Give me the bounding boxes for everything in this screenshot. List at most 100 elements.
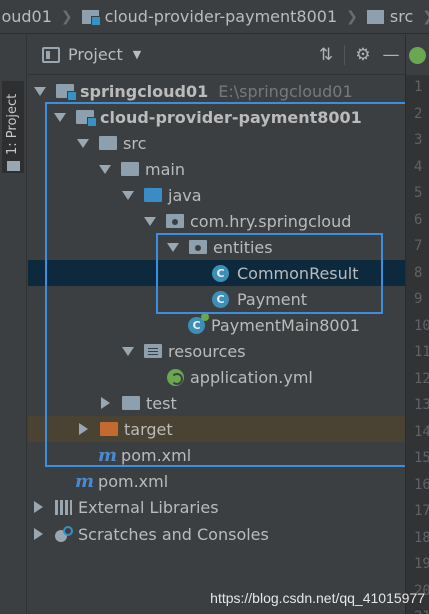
project-panel-title[interactable]: Project	[68, 45, 123, 64]
tree-node-java[interactable]: java	[28, 182, 405, 208]
tree-node-label: test	[146, 393, 177, 413]
tree-node-test[interactable]: test	[28, 390, 405, 416]
tree-node-label: com.hry.springcloud	[190, 211, 352, 231]
gear-icon[interactable]: ⚙	[349, 41, 377, 69]
source-folder-icon	[144, 188, 162, 202]
project-tool-window: Project ▼ ⇅ ⚙ — springcloud01 E:\springc…	[28, 35, 412, 614]
hide-minimize-icon[interactable]: —	[377, 41, 405, 69]
tree-node-main[interactable]: main	[28, 156, 405, 182]
expand-arrow-icon[interactable]	[34, 86, 46, 96]
expand-arrow-icon[interactable]	[54, 112, 66, 122]
line-number: 9	[414, 291, 423, 307]
project-view-icon	[42, 46, 60, 63]
line-number: 2	[414, 105, 423, 122]
breadcrumb-separator: ❯	[60, 8, 73, 25]
tree-node-root-pom[interactable]: m pom.xml	[28, 468, 405, 494]
tree-node-label: target	[124, 419, 173, 439]
line-number: 11	[414, 344, 429, 360]
tree-node-entities[interactable]: entities	[28, 234, 405, 260]
line-number: 18	[414, 529, 429, 546]
line-number: 15	[414, 450, 429, 466]
folder-icon	[366, 9, 384, 24]
package-icon	[166, 214, 184, 228]
editor-gutter: 123456789101112131415161718192021	[405, 35, 429, 614]
tree-node-scratches-and-consoles[interactable]: Scratches and Consoles	[28, 521, 405, 547]
tree-node-label: springcloud01	[80, 81, 209, 101]
tree-node-label: PaymentMain8001	[211, 315, 360, 335]
collapsed-arrow-icon[interactable]	[34, 528, 43, 540]
folder-icon	[99, 136, 117, 150]
spring-file-tab-icon[interactable]	[409, 47, 426, 64]
tree-node-label: Payment	[237, 289, 308, 309]
spring-config-icon	[167, 368, 184, 386]
maven-icon: m	[75, 470, 95, 492]
line-number: 7	[414, 238, 423, 254]
tree-node-module-pom[interactable]: m pom.xml	[28, 442, 405, 468]
collapsed-arrow-icon[interactable]	[101, 397, 110, 409]
collapsed-arrow-icon[interactable]	[79, 423, 88, 435]
line-number: 5	[414, 185, 423, 201]
breadcrumb-src-label: src	[389, 7, 414, 26]
watermark-url: https://blog.csdn.net/qq_41015977	[210, 590, 425, 606]
project-path: E:\springcloud01	[218, 81, 353, 101]
tree-node-label: cloud-provider-payment8001	[100, 107, 362, 127]
breadcrumb-src[interactable]: src	[364, 0, 416, 33]
tree-node-label: resources	[168, 341, 246, 361]
tree-node-label: entities	[213, 237, 273, 257]
folder-icon	[122, 396, 140, 410]
package-icon	[189, 240, 207, 254]
line-number: 16	[414, 476, 429, 493]
breadcrumb-project[interactable]: loud01	[0, 0, 55, 33]
tree-node-resources[interactable]: resources	[28, 338, 405, 364]
module-folder-icon	[76, 110, 97, 127]
tree-node-label: Scratches and Consoles	[78, 524, 269, 544]
navigation-breadcrumb: loud01 ❯ cloud-provider-payment8001 ❯ sr…	[0, 0, 429, 34]
excluded-folder-icon	[100, 422, 118, 436]
libraries-icon	[55, 499, 72, 515]
collapse-all-icon[interactable]: ⇅	[312, 41, 340, 69]
expand-arrow-icon[interactable]	[167, 242, 179, 252]
tree-node-target[interactable]: target	[28, 416, 405, 442]
tree-node-package[interactable]: com.hry.springcloud	[28, 208, 405, 234]
tree-node-label: External Libraries	[78, 497, 219, 517]
editor-tab-strip	[406, 35, 429, 75]
breadcrumb-separator: ❯	[346, 8, 358, 25]
line-number: 17	[414, 503, 429, 519]
tree-node-springcloud01[interactable]: springcloud01 E:\springcloud01	[28, 78, 405, 104]
breadcrumb-project-label: loud01	[0, 7, 52, 26]
tree-node-external-libraries[interactable]: External Libraries	[28, 494, 405, 520]
expand-arrow-icon[interactable]	[144, 216, 156, 226]
module-folder-icon	[81, 9, 101, 26]
expand-arrow-icon[interactable]	[122, 346, 134, 356]
breadcrumb-module-label: cloud-provider-payment8001	[104, 7, 338, 26]
line-number: 8	[414, 264, 423, 281]
panel-toolbar: ⇅ ⚙ —	[312, 35, 405, 75]
expand-arrow-icon[interactable]	[77, 138, 89, 148]
view-selector-chevron-down-icon[interactable]: ▼	[133, 48, 141, 61]
class-icon: C	[212, 264, 229, 282]
spring-boot-class-icon: C	[188, 312, 209, 334]
tree-node-payment[interactable]: C Payment	[28, 286, 405, 312]
class-icon: C	[212, 290, 229, 308]
line-number: 6	[414, 211, 423, 228]
tree-node-cloud-provider-payment8001[interactable]: cloud-provider-payment8001	[28, 104, 405, 130]
line-number: 4	[414, 158, 423, 175]
project-folder-icon	[7, 161, 20, 171]
expand-arrow-icon[interactable]	[122, 190, 134, 200]
line-number: 14	[414, 423, 429, 440]
line-number: 21	[414, 609, 429, 614]
tree-node-paymentmain8001[interactable]: C PaymentMain8001	[28, 312, 405, 338]
collapsed-arrow-icon[interactable]	[34, 501, 43, 513]
expand-arrow-icon[interactable]	[99, 164, 111, 174]
tree-node-commonresult[interactable]: C CommonResult	[28, 260, 405, 286]
tree-node-label: application.yml	[190, 367, 313, 387]
module-folder-icon	[56, 84, 77, 101]
tree-node-application-yml[interactable]: application.yml	[28, 364, 405, 390]
folder-icon	[121, 162, 139, 176]
tree-node-src[interactable]: src	[28, 130, 405, 156]
breadcrumb-separator: ❯	[416, 9, 429, 25]
line-number: 3	[414, 132, 423, 148]
breadcrumb-module[interactable]: cloud-provider-payment8001	[79, 0, 341, 33]
tool-window-stripe: 1: Project	[0, 35, 27, 614]
project-panel-header: Project ▼ ⇅ ⚙ —	[28, 35, 405, 75]
